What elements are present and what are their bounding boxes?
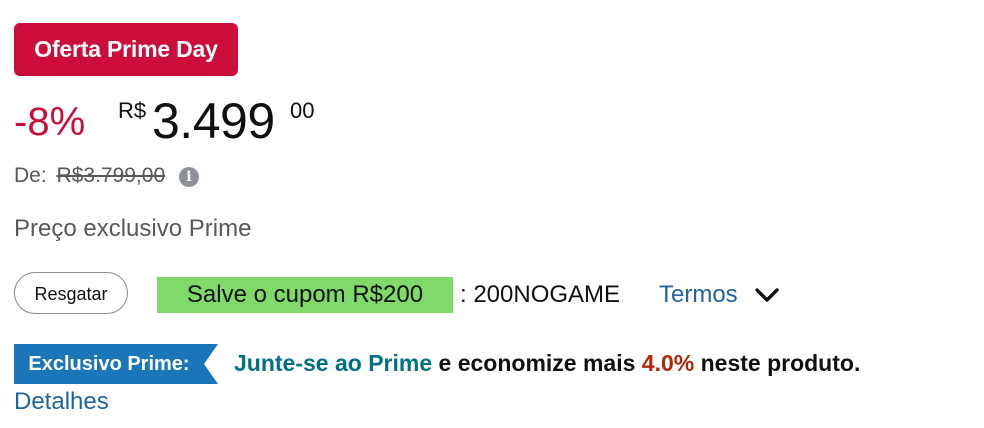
discount-percentage: -8% xyxy=(14,100,86,144)
coupon-code: : 200NOGAME xyxy=(460,281,621,308)
price-fraction: 00 xyxy=(290,98,315,123)
price-whole: 3.499 xyxy=(152,93,275,149)
prime-day-deal-badge: Oferta Prime Day xyxy=(14,23,238,76)
list-price-label: De: xyxy=(14,164,47,187)
savings-text-before: e economize mais xyxy=(432,350,642,376)
list-price: De: R$3.799,00 i xyxy=(14,163,199,189)
savings-percent: 4.0% xyxy=(641,350,695,376)
prime-exclusive-price-text: Preço exclusivo Prime xyxy=(14,215,252,242)
price-currency-symbol: R$ xyxy=(118,98,147,123)
chevron-down-icon[interactable] xyxy=(753,281,781,309)
list-price-value: R$3.799,00 xyxy=(56,164,166,187)
prime-exclusive-tag-label: Exclusivo Prime: xyxy=(28,353,190,375)
coupon-badge: Salve o cupom R$200 xyxy=(157,277,453,313)
info-icon[interactable]: i xyxy=(178,167,199,187)
prime-exclusive-tag: Exclusivo Prime: xyxy=(14,344,218,384)
prime-savings-line: Junte-se ao Prime e economize mais 4.0% … xyxy=(234,348,860,378)
redeem-coupon-button[interactable]: Resgatar xyxy=(14,272,128,314)
savings-text-after: neste produto. xyxy=(694,350,861,376)
details-link[interactable]: Detalhes xyxy=(14,387,109,417)
terms-link[interactable]: Termos xyxy=(659,279,738,311)
join-prime-link[interactable]: Junte-se ao Prime xyxy=(234,350,432,376)
